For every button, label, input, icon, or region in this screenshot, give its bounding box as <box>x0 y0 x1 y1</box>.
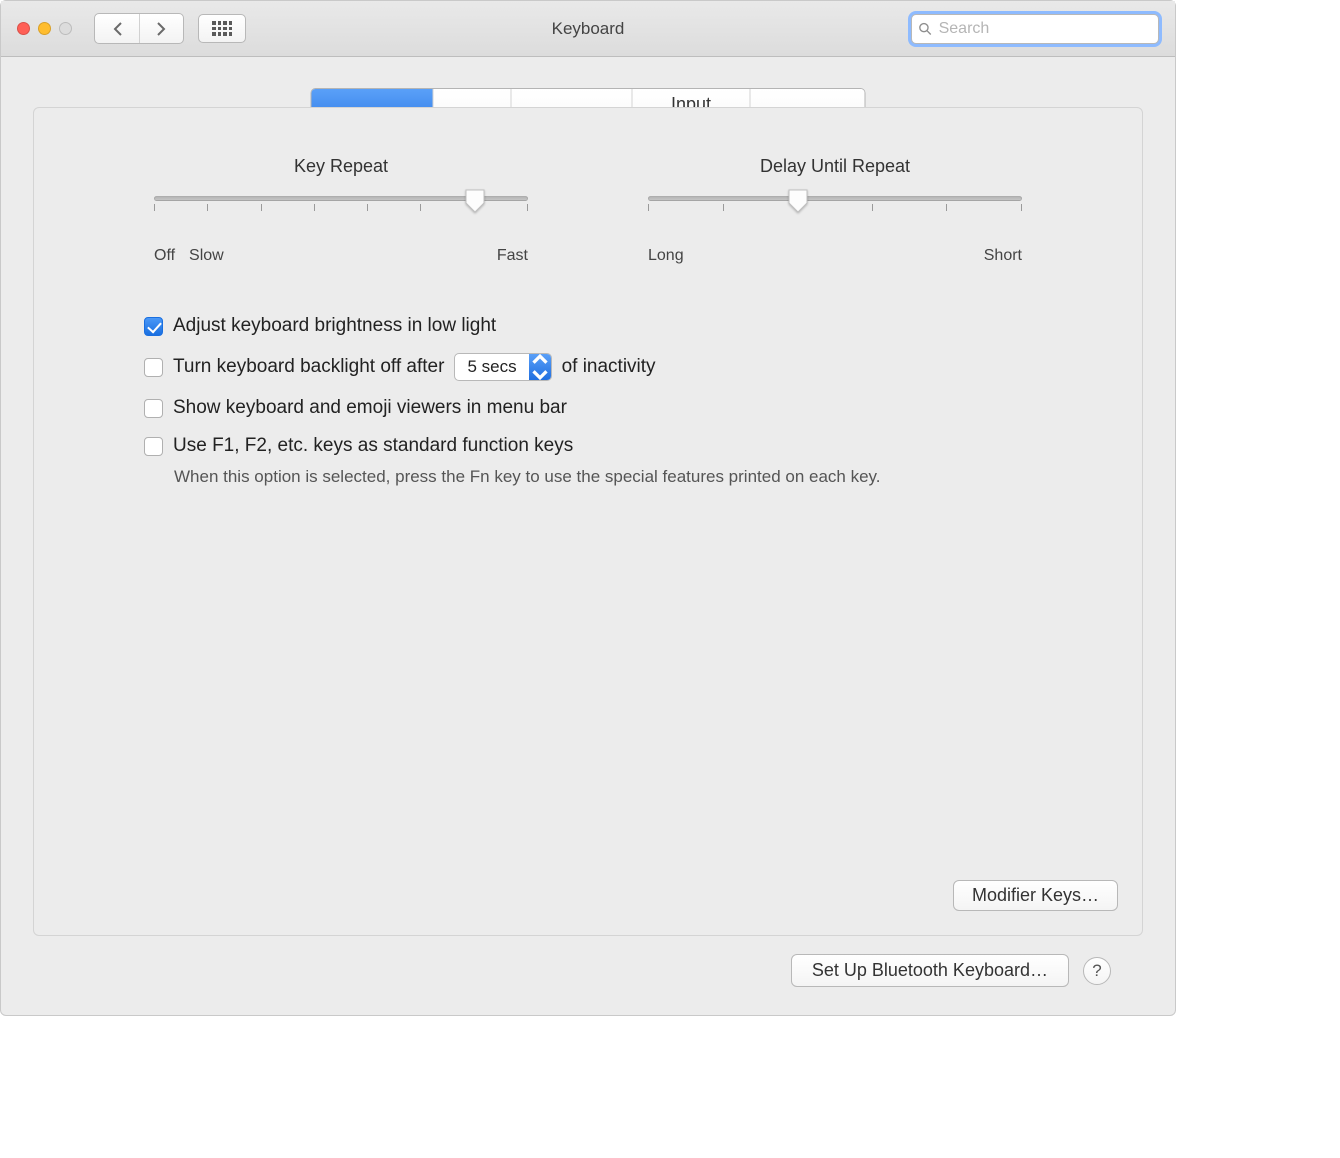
checkbox-backlight-off[interactable] <box>144 358 163 377</box>
backlight-timeout-select[interactable]: 5 secs <box>454 353 551 381</box>
label-show-viewers: Show keyboard and emoji viewers in menu … <box>173 397 567 419</box>
checkbox-function-keys[interactable] <box>144 437 163 456</box>
close-window[interactable] <box>17 22 30 35</box>
key-repeat-title: Key Repeat <box>154 156 528 177</box>
checkbox-adjust-brightness[interactable] <box>144 317 163 336</box>
zoom-window <box>59 22 72 35</box>
label-backlight-before: Turn keyboard backlight off after <box>173 356 444 378</box>
delay-title: Delay Until Repeat <box>648 156 1022 177</box>
search-input[interactable] <box>933 20 1158 38</box>
key-repeat-slider-block: Key Repeat Off Slow <box>154 156 528 265</box>
footer: Set Up Bluetooth Keyboard… ? <box>33 936 1143 987</box>
label-backlight-after: of inactivity <box>562 356 656 378</box>
delay-short-label: Short <box>984 247 1022 265</box>
option-show-viewers: Show keyboard and emoji viewers in menu … <box>144 397 1042 419</box>
content-area: Keyboard Text Shortcuts Input Sources Di… <box>1 57 1175 1015</box>
chevron-right-icon <box>157 22 166 36</box>
stepper-icon <box>529 354 551 380</box>
key-repeat-fast-label: Fast <box>497 247 528 265</box>
forward-button[interactable] <box>139 14 183 43</box>
option-function-keys: Use F1, F2, etc. keys as standard functi… <box>144 435 1042 457</box>
keyboard-panel: Key Repeat Off Slow <box>33 107 1143 936</box>
label-adjust-brightness: Adjust keyboard brightness in low light <box>173 315 496 337</box>
delay-thumb[interactable] <box>787 188 809 214</box>
chevron-left-icon <box>113 22 122 36</box>
window-title: Keyboard <box>552 19 625 39</box>
checkbox-show-viewers[interactable] <box>144 399 163 418</box>
grid-icon <box>212 21 232 36</box>
minimize-window[interactable] <box>38 22 51 35</box>
options-list: Adjust keyboard brightness in low light … <box>134 315 1042 487</box>
delay-slider[interactable] <box>648 191 1022 241</box>
slider-row: Key Repeat Off Slow <box>134 156 1042 315</box>
key-repeat-off-label: Off <box>154 247 175 265</box>
back-button[interactable] <box>95 14 139 43</box>
show-all-button[interactable] <box>198 14 246 43</box>
option-backlight-off: Turn keyboard backlight off after 5 secs… <box>144 353 1042 381</box>
key-repeat-slider[interactable] <box>154 191 528 241</box>
label-function-keys: Use F1, F2, etc. keys as standard functi… <box>173 435 573 457</box>
search-icon <box>918 21 933 37</box>
window-controls <box>17 22 72 35</box>
backlight-timeout-value: 5 secs <box>455 357 528 377</box>
option-adjust-brightness: Adjust keyboard brightness in low light <box>144 315 1042 337</box>
delay-long-label: Long <box>648 247 684 265</box>
search-field[interactable] <box>911 14 1159 44</box>
preferences-window: Keyboard Keyboard Text Shortcuts Input S… <box>0 0 1176 1016</box>
key-repeat-thumb[interactable] <box>464 188 486 214</box>
nav-buttons <box>94 13 184 44</box>
function-keys-hint: When this option is selected, press the … <box>144 467 1042 487</box>
bluetooth-keyboard-button[interactable]: Set Up Bluetooth Keyboard… <box>791 954 1069 987</box>
titlebar: Keyboard <box>1 1 1175 57</box>
modifier-keys-button[interactable]: Modifier Keys… <box>953 880 1118 911</box>
help-button[interactable]: ? <box>1083 957 1111 985</box>
key-repeat-slow-label: Slow <box>189 247 224 265</box>
delay-slider-block: Delay Until Repeat Long Short <box>648 156 1022 265</box>
